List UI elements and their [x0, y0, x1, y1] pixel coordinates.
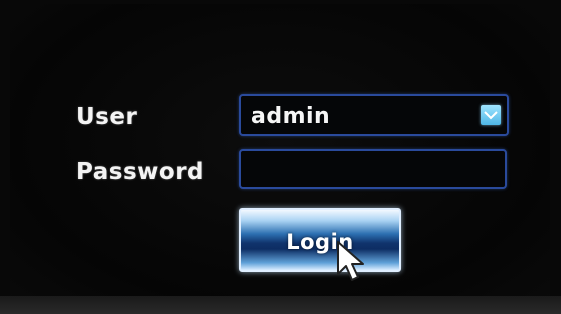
password-field[interactable]	[239, 149, 507, 189]
monitor-bezel	[0, 296, 561, 314]
mouse-pointer-icon	[337, 241, 364, 281]
login-button-label: Login	[286, 230, 354, 254]
login-button[interactable]: Login	[239, 208, 401, 272]
user-label: User	[76, 104, 138, 130]
password-label: Password	[76, 159, 204, 185]
login-screen: User admin Password Login	[10, 4, 550, 308]
user-select-value: admin	[251, 104, 331, 129]
dropdown-button[interactable]	[481, 105, 501, 125]
chevron-down-icon	[484, 111, 498, 120]
user-select[interactable]: admin	[239, 94, 509, 136]
